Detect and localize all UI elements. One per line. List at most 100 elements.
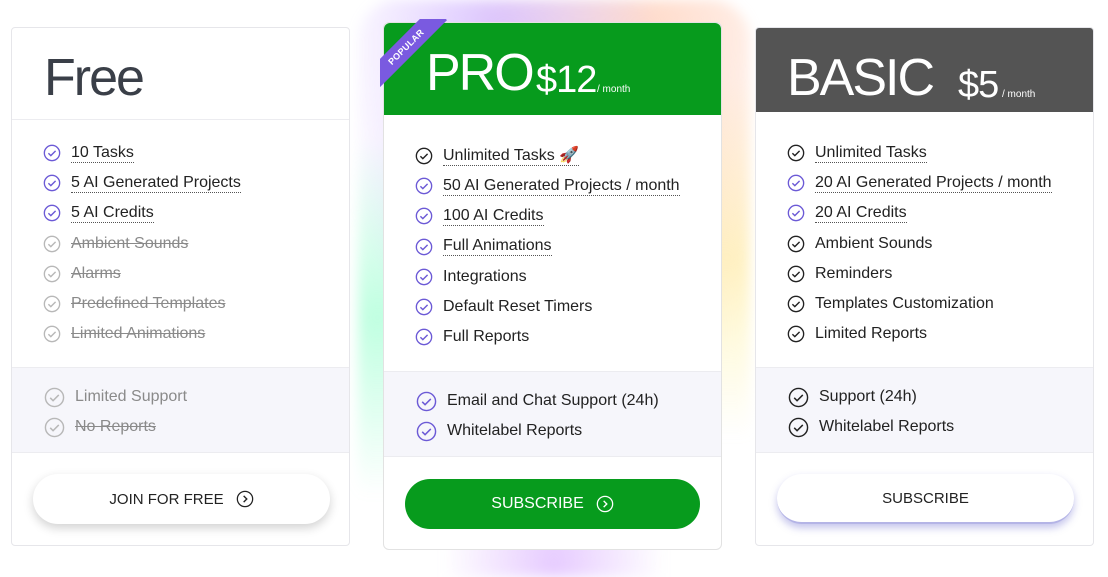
feature-label[interactable]: Full Animations [443, 237, 552, 257]
free-plan-name: Free [44, 49, 145, 107]
feature-item: 5 AI Generated Projects [12, 168, 349, 198]
feature-item: Alarms [12, 259, 349, 289]
check-circle-icon [43, 205, 61, 222]
feature-item: Limited Animations [12, 319, 349, 349]
support-item: Limited Support [12, 382, 349, 412]
feature-label: Ambient Sounds [815, 234, 933, 252]
support-label: No Reports [75, 418, 156, 435]
support-label: Email and Chat Support (24h) [447, 392, 659, 409]
feature-item: 5 AI Credits [12, 198, 349, 228]
feature-item: Unlimited Tasks 🚀 [384, 141, 721, 171]
feature-label[interactable]: 5 AI Generated Projects [71, 174, 241, 193]
check-circle-icon [787, 265, 805, 283]
check-circle-icon [43, 295, 61, 313]
check-circle-icon [415, 328, 433, 346]
feature-label[interactable]: 20 AI Credits [815, 204, 907, 223]
check-circle-icon [415, 268, 433, 286]
check-circle-icon [43, 265, 61, 283]
check-circle-icon [44, 387, 65, 407]
check-circle-icon [415, 208, 433, 225]
popular-badge: POPULAR [380, 19, 448, 89]
support-item: Email and Chat Support (24h) [384, 386, 721, 416]
check-circle-icon [415, 147, 433, 165]
feature-label: Templates Customization [815, 295, 994, 313]
feature-item: Ambient Sounds [756, 229, 1093, 259]
feature-item: Full Animations [384, 232, 721, 262]
check-circle-icon [43, 325, 61, 343]
feature-label[interactable]: Unlimited Tasks [815, 144, 927, 163]
check-circle-icon [787, 295, 805, 313]
pro-support-section: Email and Chat Support (24h) Whitelabel … [384, 371, 721, 457]
basic-plan-price: $5 [958, 64, 999, 106]
pro-plan-card: POPULAR PRO $12 / month Unlimited Tasks … [380, 19, 722, 550]
join-for-free-button[interactable]: JOIN FOR FREE [33, 474, 330, 524]
feature-item: 10 Tasks [12, 138, 349, 168]
feature-item: Full Reports [384, 322, 721, 352]
feature-item: Default Reset Timers [384, 292, 721, 322]
support-item: Whitelabel Reports [384, 416, 721, 446]
basic-plan-card: BASIC $5 / month Unlimited Tasks 20 AI G… [755, 27, 1094, 546]
support-item: Support (24h) [756, 382, 1093, 412]
feature-label[interactable]: Unlimited Tasks 🚀 [443, 147, 580, 166]
chevron-right-circle-icon [596, 495, 614, 513]
popular-ribbon: POPULAR [380, 19, 450, 89]
feature-label: Full Reports [443, 328, 530, 346]
free-plan-header: Free [12, 28, 349, 120]
basic-plan-name: BASIC [787, 49, 935, 107]
basic-subscribe-button[interactable]: SUBSCRIBE [777, 474, 1074, 524]
feature-item: 50 AI Generated Projects / month [384, 171, 721, 201]
pro-subscribe-button[interactable]: SUBSCRIBE [405, 479, 700, 529]
feature-item: Ambient Sounds [12, 229, 349, 259]
check-circle-icon [787, 325, 805, 343]
feature-label: Ambient Sounds [71, 234, 189, 252]
check-circle-icon [43, 174, 61, 192]
feature-label: Predefined Templates [71, 295, 226, 313]
support-item: No Reports [12, 412, 349, 442]
basic-feature-list: Unlimited Tasks 20 AI Generated Projects… [756, 138, 1093, 349]
feature-item: 20 AI Generated Projects / month [756, 168, 1093, 198]
free-support-section: Limited Support No Reports [12, 367, 349, 453]
pro-feature-list: Unlimited Tasks 🚀 50 AI Generated Projec… [384, 141, 721, 352]
check-circle-icon [787, 235, 805, 252]
feature-label[interactable]: 5 AI Credits [71, 204, 154, 223]
feature-label: Limited Reports [815, 325, 928, 343]
basic-plan-header: BASIC $5 / month [756, 28, 1093, 112]
button-label: SUBSCRIBE [491, 495, 584, 512]
feature-label: Reminders [815, 264, 893, 282]
check-circle-icon [416, 421, 437, 441]
support-label: Whitelabel Reports [447, 422, 583, 439]
support-label: Whitelabel Reports [819, 418, 955, 435]
feature-item: 100 AI Credits [384, 201, 721, 231]
support-label: Support (24h) [819, 388, 917, 405]
feature-item: Reminders [756, 259, 1093, 289]
support-label: Limited Support [75, 388, 188, 405]
check-circle-icon [787, 205, 805, 222]
feature-label: Limited Animations [71, 325, 206, 343]
check-circle-icon [788, 387, 809, 407]
check-circle-icon [43, 235, 61, 252]
feature-label[interactable]: 50 AI Generated Projects / month [443, 177, 680, 196]
check-circle-icon [788, 417, 809, 437]
feature-item: 20 AI Credits [756, 198, 1093, 228]
button-label: JOIN FOR FREE [109, 490, 224, 508]
feature-label: Integrations [443, 267, 527, 285]
free-feature-list: 10 Tasks 5 AI Generated Projects 5 AI Cr… [12, 138, 349, 349]
feature-label[interactable]: 10 Tasks [71, 144, 134, 163]
feature-item: Limited Reports [756, 319, 1093, 349]
pro-plan-period: / month [597, 84, 631, 95]
feature-item: Predefined Templates [12, 289, 349, 319]
support-item: Whitelabel Reports [756, 412, 1093, 442]
check-circle-icon [415, 298, 433, 316]
check-circle-icon [787, 174, 805, 192]
free-plan-card: Free 10 Tasks 5 AI Generated Projects 5 … [11, 27, 350, 546]
basic-plan-period: / month [1002, 89, 1036, 100]
chevron-right-circle-icon [236, 490, 253, 508]
check-circle-icon [415, 177, 433, 195]
button-label: SUBSCRIBE [882, 489, 969, 507]
feature-label[interactable]: 20 AI Generated Projects / month [815, 174, 1052, 193]
check-circle-icon [787, 144, 805, 162]
basic-support-section: Support (24h) Whitelabel Reports [756, 367, 1093, 453]
pro-plan-price: $12 [536, 59, 597, 101]
feature-label[interactable]: 100 AI Credits [443, 207, 544, 226]
feature-item: Integrations [384, 262, 721, 292]
